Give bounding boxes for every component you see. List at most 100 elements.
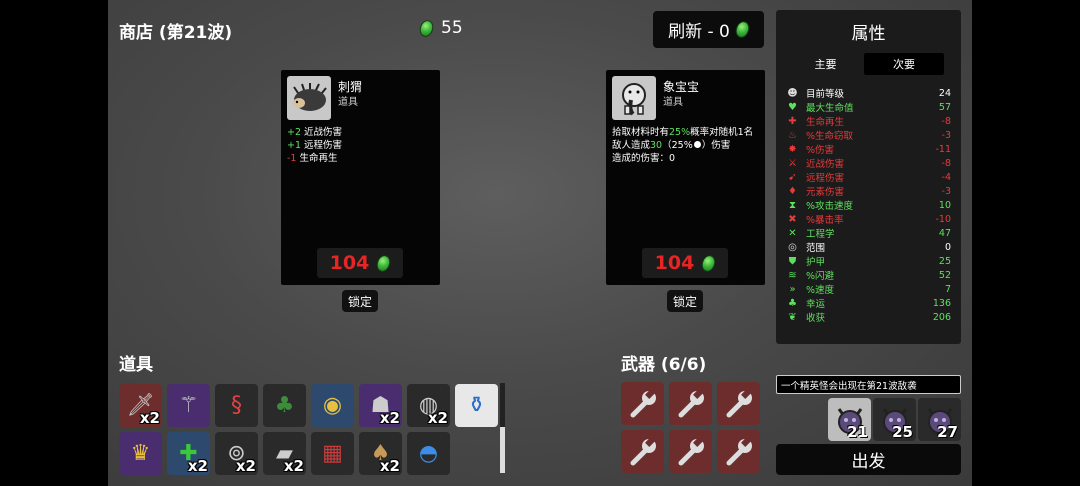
wrench-icon [678,388,704,417]
stat-label: %攻击速度 [806,201,854,212]
items-title: 道具 [119,355,153,375]
stat-label: %闪避 [806,271,835,282]
item-slot[interactable]: ☗ x2 [359,384,402,427]
buy-button[interactable]: 104 [642,248,728,278]
stat-label: %生命窃取 [806,131,854,142]
effect-text: 生命再生 [296,153,338,164]
reroll-button[interactable]: 刷新 - 0 [653,11,764,48]
elite-wave-number: 27 [937,423,958,441]
damage-done: 造成的伤害：0 [612,153,676,164]
baby-elephant-icon [612,76,656,120]
level-icon: ☻ [787,87,798,99]
item-quantity: x2 [283,457,304,475]
material-icon [733,19,752,40]
item-slot[interactable]: ♠ x2 [359,432,402,475]
weapon-slot[interactable] [717,382,760,425]
stats-panel: 属性 主要 次要 ☻ 目前等级 24 ♥ 最大生命值 57 ✚ 生命再生 -8 ♨ %生命窃取 -3 ✸… [776,10,961,344]
weapon-slot[interactable] [669,382,712,425]
flannel-shirt-icon: ▦ [322,441,343,466]
stat-row: ♨ %生命窃取 -3 [786,128,951,143]
elite-wave-slot[interactable]: 21 [828,398,871,441]
stat-label: 远程伤害 [806,173,845,184]
card-type: 道具 [663,97,683,108]
tab-primary[interactable]: 主要 [794,53,857,75]
stat-value: -11 [935,143,951,155]
wrench-icon [630,436,656,465]
item-slot[interactable]: ▦ [311,432,354,475]
item-scrollbar[interactable] [500,383,505,473]
stat-value: -8 [941,115,951,127]
stat-label: 生命再生 [806,117,845,128]
material-icon [417,17,436,39]
materials-counter: 55 [417,17,463,39]
stat-label: 收获 [806,313,826,324]
item-quantity: x2 [235,457,256,475]
buy-button[interactable]: 104 [317,248,403,278]
stat-value: 7 [944,283,951,295]
scrollbar-thumb[interactable] [500,427,505,473]
item-slot[interactable]: ♛ [119,432,162,475]
armor-icon: ⛊ [788,255,797,267]
go-button[interactable]: 出发 [776,444,961,475]
wrench-icon [726,388,752,417]
item-slot[interactable]: ⚱ [455,384,498,427]
effect-text: 近战伤害 [301,127,343,138]
item-slot[interactable]: ♣ [263,384,306,427]
stat-value: -3 [941,129,951,141]
shop-title: 商店 (第21波) [119,23,233,43]
item-slot[interactable]: ⚚ [167,384,210,427]
item-slot[interactable]: ◓ [407,432,450,475]
reroll-label: 刷新 - 0 [668,22,730,42]
item-slot[interactable]: 🗡 x2 [119,384,162,427]
stat-row: ◎ 范围 0 [786,240,951,255]
stat-value: 25 [938,255,951,267]
stat-value: 52 [938,269,951,281]
weapon-slot[interactable] [621,430,664,473]
elite-wave-slot[interactable]: 27 [918,398,961,441]
item-slot[interactable]: ◉ [311,384,354,427]
luck-icon: ♣ [788,297,797,309]
item-quantity: x2 [379,457,400,475]
weapon-slot[interactable] [669,430,712,473]
lifesteal-icon: ♨ [788,129,797,141]
stat-row: ✸ %伤害 -11 [786,142,951,157]
elite-wave-number: 21 [847,423,868,441]
shop-card-baby-elephant[interactable]: 象宝宝 道具 拾取材料时有25%概率对随机1名敌人造成30（25% ）伤害 造成的… [606,70,765,285]
melee-icon: ⚔ [788,157,797,169]
item-slot[interactable]: ✚ x2 [167,432,210,475]
shop-card-hedgehog[interactable]: 刺猬 道具 +2 近战伤害 +1 远程伤害 -1 生命再生 104 [281,70,440,285]
stat-value: -8 [941,157,951,169]
stat-row: ♥ 最大生命值 57 [786,100,951,115]
card-type: 道具 [338,97,358,108]
crit-icon: ✖ [788,213,797,225]
stat-row: ❦ 收获 206 [786,310,951,325]
ranged-icon: ➹ [788,171,797,183]
price-value: 104 [329,252,370,274]
lock-button[interactable]: 锁定 [667,290,703,312]
item-slot[interactable]: ⊚ x2 [215,432,258,475]
stat-value: 136 [932,297,951,309]
weapon-slot[interactable] [621,382,664,425]
stat-row: ≋ %闪避 52 [786,268,951,283]
stat-row: ✕ 工程学 47 [786,226,951,241]
stat-value: 206 [932,311,951,323]
item-slot[interactable]: ◍ x2 [407,384,450,427]
potion-icon: ⚱ [467,393,486,418]
weapon-slot[interactable] [717,430,760,473]
stat-label: 范围 [806,243,826,254]
engineering-icon: ✕ [788,227,797,239]
material-icon [699,252,718,274]
stat-value: 0 [944,241,951,253]
effect-sign: +1 [287,140,302,151]
wand-icon: ⚚ [178,393,199,418]
item-slot[interactable]: § [215,384,258,427]
stat-row: » %速度 7 [786,282,951,297]
elite-wave-slot[interactable]: 25 [873,398,916,441]
item-slot[interactable]: ▰ x2 [263,432,306,475]
materials-value: 55 [441,18,463,38]
card-effects: +2 近战伤害 +1 远程伤害 -1 生命再生 [287,126,435,165]
tab-secondary[interactable]: 次要 [864,53,944,75]
stat-value: 47 [938,227,951,239]
lock-button[interactable]: 锁定 [342,290,378,312]
stat-row: ⚔ 近战伤害 -8 [786,156,951,171]
